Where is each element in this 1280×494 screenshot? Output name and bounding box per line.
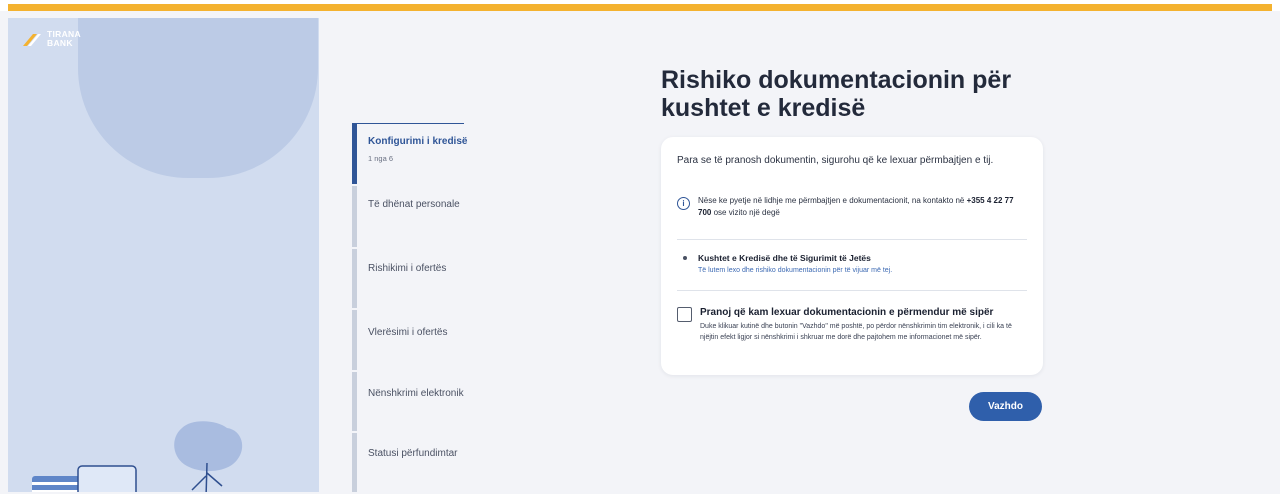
decorative-side-panel: TIRANA BANK	[8, 18, 319, 492]
contact-info-text: Nëse ke pyetje në lidhje me përmbajtjen …	[698, 195, 1029, 219]
step-indicator-active	[352, 123, 464, 184]
accept-checkbox[interactable]	[677, 307, 692, 322]
step-label: Nënshkrimi elektronik	[368, 388, 464, 399]
step-rishikimi: Rishikimi i ofertës	[352, 249, 472, 310]
bank-logo-icon	[23, 34, 41, 46]
step-indicator	[352, 433, 357, 492]
intro-text: Para se të pranosh dokumentin, sigurohu …	[677, 155, 994, 166]
tirana-bank-logo: TIRANA BANK	[22, 29, 81, 49]
accept-description: Duke klikuar kutinë dhe butonin "Vazhdo"…	[700, 323, 1012, 341]
document-title: Kushtet e Kredisë dhe të Sigurimit të Je…	[698, 253, 871, 263]
step-progress-text: 1 nga 6	[368, 154, 394, 163]
bullet	[683, 256, 687, 260]
decorative-blob	[78, 18, 318, 178]
accept-label[interactable]: Pranoj që kam lexuar dokumentacionin e p…	[700, 307, 1029, 318]
step-label: Statusi përfundimtar	[368, 448, 458, 459]
step-label: Vlerësimi i ofertës	[368, 327, 448, 338]
contact-text-before: Nëse ke pyetje në lidhje me përmbajtjen …	[698, 196, 967, 205]
contact-text-after: ose vizito një degë	[711, 208, 780, 217]
step-label: Të dhënat personale	[368, 199, 460, 210]
top-bar	[0, 0, 1280, 11]
cards-and-plant-illustration	[32, 421, 243, 492]
step-indicator	[352, 372, 357, 431]
acceptance-section: Pranoj që kam lexuar dokumentacionin e p…	[677, 307, 1029, 343]
divider	[677, 239, 1027, 240]
divider	[677, 290, 1027, 291]
step-label: Rishikimi i ofertës	[368, 263, 447, 274]
document-item: Kushtet e Kredisë dhe të Sigurimit të Je…	[683, 253, 1023, 274]
logo-text-line2: BANK	[47, 38, 73, 48]
contact-info: i Nëse ke pyetje në lidhje me përmbajtje…	[677, 195, 1029, 219]
progress-stepper: Konfigurimi i kredisë 1 nga 6 Të dhënat …	[352, 123, 472, 494]
document-review-card: Para se të pranosh dokumentin, sigurohu …	[661, 137, 1043, 375]
step-konfigurimi: Konfigurimi i kredisë 1 nga 6	[352, 123, 472, 186]
page-title: Rishiko dokumentacionin për kushtet e kr…	[661, 66, 1012, 122]
step-statusi: Statusi përfundimtar	[352, 433, 472, 494]
document-review-link[interactable]: Të lutem lexo dhe rishiko dokumentacioni…	[698, 267, 1023, 274]
step-label: Konfigurimi i kredisë	[368, 136, 468, 147]
step-nenshkrimi: Nënshkrimi elektronik	[352, 372, 472, 433]
step-indicator	[352, 249, 357, 308]
info-icon: i	[677, 197, 690, 210]
brand-accent-stripe	[8, 4, 1272, 11]
step-te-dhenat-personale: Të dhënat personale	[352, 186, 472, 249]
step-indicator	[352, 310, 357, 370]
continue-button[interactable]: Vazhdo	[969, 392, 1042, 421]
step-indicator	[352, 186, 357, 247]
step-vleresimi: Vlerësimi i ofertës	[352, 310, 472, 372]
